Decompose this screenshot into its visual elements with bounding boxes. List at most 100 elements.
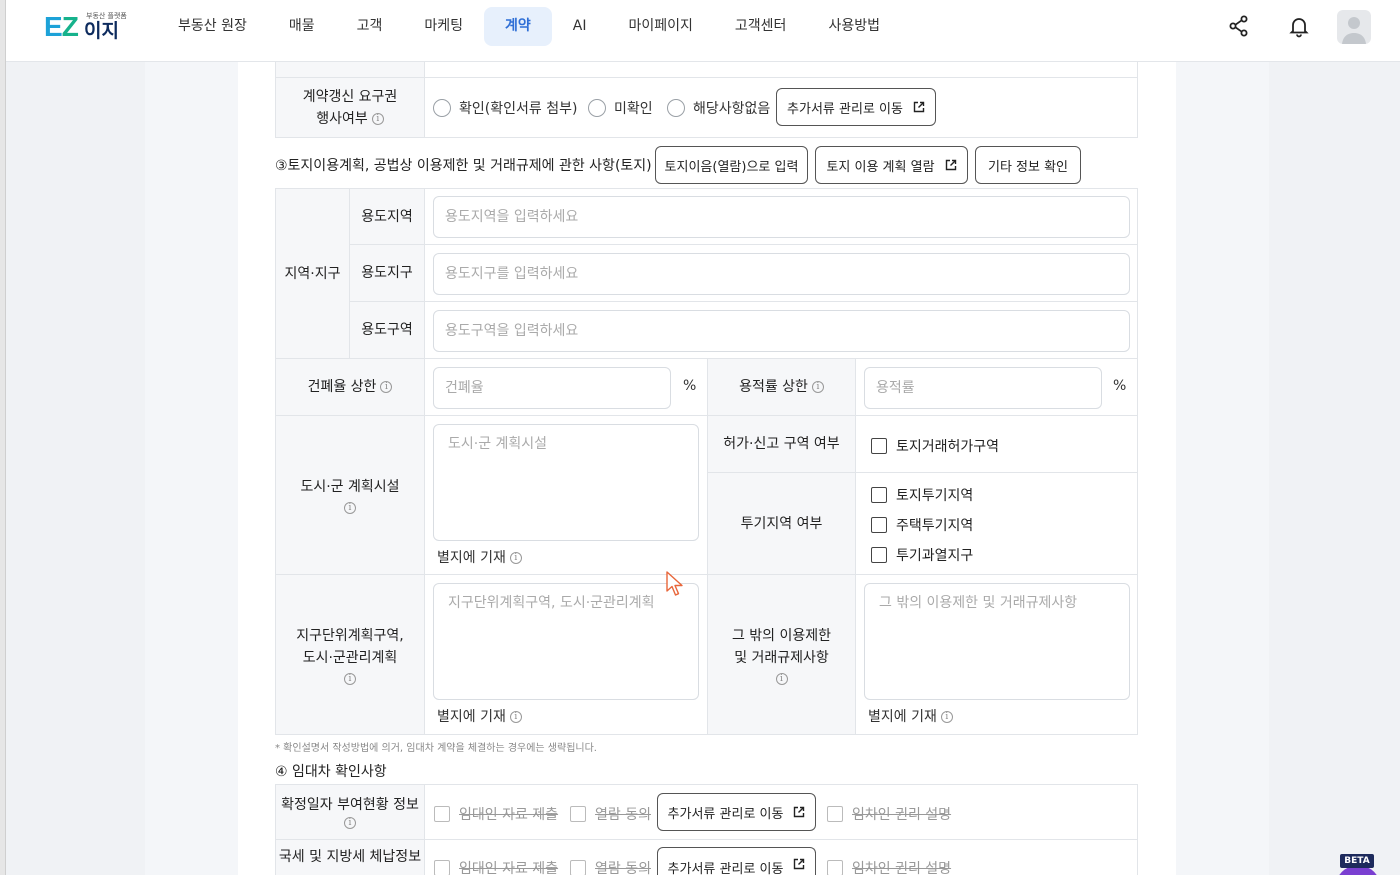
checkbox-box xyxy=(570,860,586,875)
land-eum-input-button[interactable]: 토지이음(열람)으로 입력 xyxy=(655,146,808,184)
tax-docs-button[interactable]: 추가서류 관리로 이동 xyxy=(657,847,816,875)
renewal-option-confirmed[interactable]: 확인(확인서류 첨부) xyxy=(433,98,577,118)
info-icon[interactable]: i xyxy=(371,112,384,125)
tax-arrears-label: 국세 및 지방세 체납정보 xyxy=(276,840,425,875)
share-icon[interactable] xyxy=(1227,14,1251,38)
main-nav: 부동산 원장 매물 고객 마케팅 계약 AI 마이페이지 고객센터 사용방법 xyxy=(157,7,901,47)
checkbox-box xyxy=(871,438,887,454)
cut-off-label xyxy=(276,62,425,77)
radio-circle xyxy=(588,99,606,117)
renewal-docs-button[interactable]: 추가서류 관리로 이동 xyxy=(776,88,936,126)
other-restrictions-label: 그 밖의 이용제한 및 거래규제사항 i xyxy=(708,575,856,734)
nav-item-contract[interactable]: 계약 xyxy=(484,7,552,46)
fixed-date-label-text: 확정일자 부여현황 정보 xyxy=(281,797,419,813)
nav-item-listings[interactable]: 매물 xyxy=(268,7,336,46)
nav-item-mypage[interactable]: 마이페이지 xyxy=(608,7,714,46)
checkbox-box xyxy=(827,806,843,822)
nav-item-ai[interactable]: AI xyxy=(552,7,608,46)
section3-title: ③토지이용계획, 공법상 이용제한 및 거래규제에 관한 사항(토지) xyxy=(275,158,652,174)
far-input[interactable]: 용적률 xyxy=(864,367,1102,409)
permit-checkbox[interactable]: 토지거래허가구역 xyxy=(871,436,999,456)
checkbox-box xyxy=(871,487,887,503)
info-icon[interactable]: i xyxy=(344,817,356,829)
district-plan-label-line2: 도시·군관리계획 xyxy=(302,649,398,666)
checkbox-label: 임대인 자료 제출 xyxy=(459,861,559,875)
tax-tenant-rights-checkbox[interactable]: 임차인 권리 설명 xyxy=(827,858,951,875)
info-icon[interactable]: i xyxy=(811,381,824,393)
row-divider xyxy=(350,244,1137,245)
nav-item-marketing[interactable]: 마케팅 xyxy=(403,7,484,46)
coverage-label: 건폐율 상한 i xyxy=(276,359,425,415)
beta-badge: BETA xyxy=(1340,854,1374,868)
info-icon[interactable]: i xyxy=(940,711,953,723)
land-plan-view-button[interactable]: 토지 이용 계획 열람 xyxy=(815,146,968,184)
docs-button-label: 추가서류 관리로 이동 xyxy=(667,862,784,875)
house-speculation-checkbox[interactable]: 주택투기지역 xyxy=(871,515,973,535)
other-info-label: 기타 정보 확인 xyxy=(987,159,1069,175)
other-info-button[interactable]: 기타 정보 확인 xyxy=(975,146,1081,184)
info-icon[interactable]: i xyxy=(380,381,393,393)
info-icon[interactable]: i xyxy=(509,711,522,723)
checkbox-label: 임대인 자료 제출 xyxy=(459,807,559,823)
fixed-date-tenant-rights-checkbox[interactable]: 임차인 권리 설명 xyxy=(827,804,951,824)
land-speculation-label: 토지투기지역 xyxy=(896,488,974,504)
other-restrictions-attach: 별지에 기재 i xyxy=(868,706,953,726)
district-plan-attach-text: 별지에 기재 xyxy=(437,709,506,725)
zone-use-district-input[interactable]: 용도지구를 입력하세요 xyxy=(433,253,1130,295)
info-icon[interactable]: i xyxy=(344,672,356,685)
zone-use-area-label: 용도지역 xyxy=(350,189,425,244)
checkbox-label: 열람 동의 xyxy=(595,807,651,823)
nav-item-customers[interactable]: 고객 xyxy=(336,7,404,46)
info-icon[interactable]: i xyxy=(509,552,522,564)
nav-item-guide[interactable]: 사용방법 xyxy=(807,7,901,46)
zone-use-zone-label: 용도구역 xyxy=(350,302,425,358)
tax-consent-checkbox[interactable]: 열람 동의 xyxy=(570,858,651,875)
nav-item-support[interactable]: 고객센터 xyxy=(714,7,808,46)
overheated-district-checkbox[interactable]: 투기과열지구 xyxy=(871,545,973,565)
land-plan-view-label: 토지 이용 계획 열람 xyxy=(826,159,935,175)
coverage-input[interactable]: 건폐율 xyxy=(433,367,671,409)
fixed-date-landlord-checkbox[interactable]: 임대인 자료 제출 xyxy=(434,804,558,824)
user-icon xyxy=(1342,17,1366,44)
renewal-docs-button-label: 추가서류 관리로 이동 xyxy=(787,101,903,117)
zone-use-zone-input[interactable]: 용도구역을 입력하세요 xyxy=(433,310,1130,352)
external-link-icon xyxy=(945,159,956,171)
logo[interactable]: 부동산 플랫폼 EZ 이지 xyxy=(44,12,127,42)
bell-icon[interactable] xyxy=(1287,14,1311,38)
renewal-option-na[interactable]: 해당사항없음 xyxy=(667,98,770,118)
far-label-text: 용적률 상한 xyxy=(739,379,808,395)
zone-use-district-label: 용도지구 xyxy=(350,245,425,301)
other-restrictions-label-line2: 및 거래규제사항 xyxy=(734,649,829,666)
info-icon[interactable]: i xyxy=(775,672,788,685)
zone-use-area-input[interactable]: 용도지역을 입력하세요 xyxy=(433,196,1130,238)
city-plan-attach-text: 별지에 기재 xyxy=(437,550,506,566)
far-unit: % xyxy=(1113,378,1127,394)
district-plan-textarea[interactable]: 지구단위계획구역, 도시·군관리계획 xyxy=(433,583,699,700)
checkbox-box xyxy=(827,860,843,875)
avatar[interactable] xyxy=(1337,10,1371,44)
fixed-date-docs-button[interactable]: 추가서류 관리로 이동 xyxy=(657,793,816,831)
renewal-option-unconfirmed[interactable]: 미확인 xyxy=(588,98,653,118)
renewal-label-line2: 행사여부 xyxy=(316,110,368,127)
info-icon[interactable]: i xyxy=(344,502,356,514)
tax-landlord-checkbox[interactable]: 임대인 자료 제출 xyxy=(434,858,558,875)
land-speculation-checkbox[interactable]: 토지투기지역 xyxy=(871,485,973,505)
checkbox-label: 열람 동의 xyxy=(595,861,651,875)
other-restrictions-textarea[interactable]: 그 밖의 이용제한 및 거래규제사항 xyxy=(864,583,1130,700)
far-label: 용적률 상한 i xyxy=(707,359,856,415)
nav-item-ledger[interactable]: 부동산 원장 xyxy=(157,7,268,46)
renewal-label-line1: 계약갱신 요구권 xyxy=(302,88,398,105)
zone-group-label: 지역·지구 xyxy=(276,189,350,358)
other-restrictions-label-line1: 그 밖의 이용제한 xyxy=(731,627,832,644)
external-link-icon xyxy=(913,101,925,113)
checkbox-box xyxy=(871,517,887,533)
city-plan-textarea[interactable]: 도시·군 계획시설 xyxy=(433,424,699,541)
checkbox-box xyxy=(570,806,586,822)
coverage-label-text: 건폐율 상한 xyxy=(307,379,377,395)
city-plan-attach: 별지에 기재 i xyxy=(437,547,522,567)
district-plan-label-line1: 지구단위계획구역, xyxy=(296,627,404,644)
fixed-date-consent-checkbox[interactable]: 열람 동의 xyxy=(570,804,651,824)
cursor-icon xyxy=(666,571,683,596)
house-speculation-label: 주택투기지역 xyxy=(896,518,974,534)
external-link-icon xyxy=(794,858,805,870)
